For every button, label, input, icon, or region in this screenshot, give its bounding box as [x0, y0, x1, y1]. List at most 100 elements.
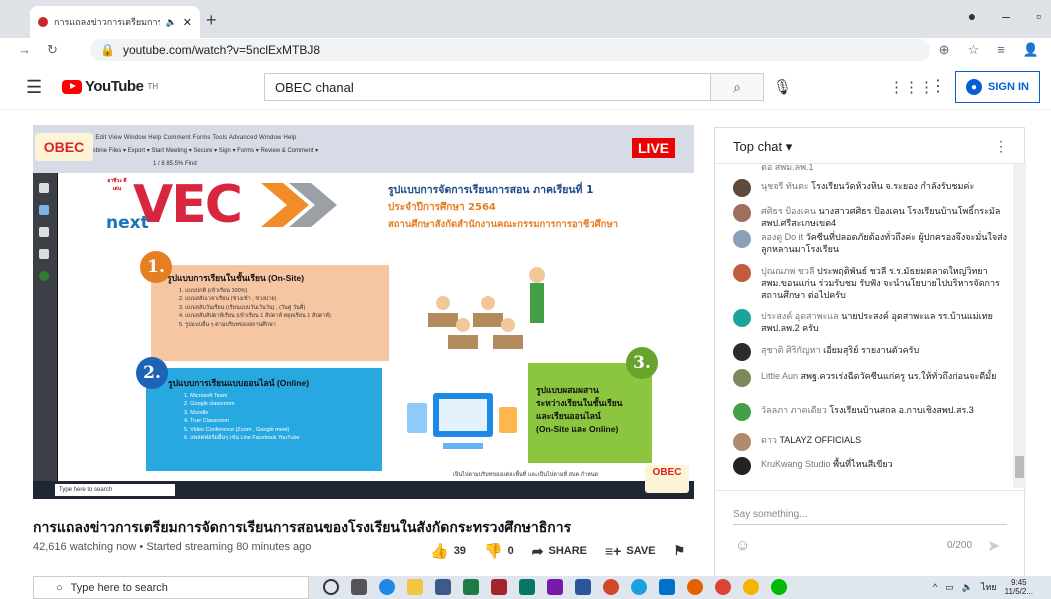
chevrons-graphic	[261, 183, 337, 227]
tab-audio-icon[interactable]: 🔈	[166, 17, 177, 28]
chat-scroll-thumb[interactable]	[1015, 456, 1024, 478]
chat-author[interactable]: ปุณณภพ ชวลี	[761, 266, 814, 276]
chat-avatar[interactable]	[733, 309, 751, 327]
menu-icon[interactable]: ☰	[26, 77, 42, 98]
chat-message-body: KruKwang Studio พื้นที่ไหนสีเขียว	[761, 458, 893, 475]
chat-author[interactable]: นุชจรี ทันตะ	[761, 181, 809, 191]
signatures-icon	[39, 227, 49, 237]
chat-message: ศศิธร ป้องเคน นางสาวศศิธร ป้องเคน โรงเรี…	[733, 204, 1009, 229]
video-player[interactable]: File Edit View Window Help Comment Forms…	[33, 125, 694, 499]
lang-indicator[interactable]: ไทย	[981, 580, 997, 594]
chat-message: วัลลภา ภาคเดียว โรงเรียนบ้านสกล อ.กาบเชิ…	[733, 403, 1009, 421]
sign-in-button[interactable]: ● SIGN IN	[955, 71, 1040, 103]
chat-avatar[interactable]	[733, 343, 751, 361]
video-actions: 👍 39 👎 0 ➦ SHARE ≡+ SAVE ⚑	[430, 542, 686, 561]
chat-messages: ต่อ สพม.ลพ.1 นุชจรี ทันตะ โรงเรียนวัดห้ว…	[715, 164, 1013, 488]
minimize-icon[interactable]: –	[1002, 8, 1010, 24]
chat-author[interactable]: KruKwang Studio	[761, 459, 831, 469]
address-bar[interactable]: 🔒 youtube.com/watch?v=5nclExMTBJ8	[90, 39, 930, 61]
maximize-icon[interactable]: ▫	[1036, 8, 1041, 24]
obec-watermark-text: OBEC	[43, 139, 85, 155]
cortana-icon[interactable]	[323, 579, 339, 595]
address-bar-icons: ⊕ ☆ ≡ 👤	[939, 42, 1039, 58]
chat-message-body: ประสงค์ อุดสาพะแล นายประสงค์ อุดสาพะแล ร…	[761, 310, 1009, 334]
chat-avatar[interactable]	[733, 230, 751, 248]
chat-avatar[interactable]	[733, 264, 751, 282]
bookmark-star-icon[interactable]: ☆	[968, 42, 980, 58]
chat-avatar[interactable]	[733, 403, 751, 421]
mic-icon[interactable]: 🎙	[773, 78, 792, 96]
search-button[interactable]: ⌕	[711, 73, 764, 101]
firefox-icon[interactable]	[687, 579, 703, 595]
powerpoint-icon[interactable]	[603, 579, 619, 595]
chat-author[interactable]: Little Aun	[761, 371, 798, 381]
network-icon[interactable]: ▭	[945, 582, 954, 593]
chat-avatar[interactable]	[733, 179, 751, 197]
report-flag-button[interactable]: ⚑	[674, 543, 686, 559]
word-icon[interactable]	[575, 579, 591, 595]
youtube-logo[interactable]: YouTube TH	[62, 78, 158, 95]
like-button[interactable]: 👍 39	[430, 542, 466, 560]
chrome-canary-icon[interactable]	[743, 579, 759, 595]
access-icon[interactable]	[491, 579, 507, 595]
ie-icon[interactable]	[631, 579, 647, 595]
line-icon[interactable]	[771, 579, 787, 595]
chat-input[interactable]: Say something...	[733, 509, 1007, 525]
chat-avatar[interactable]	[733, 457, 751, 475]
task-view-icon[interactable]	[351, 579, 367, 595]
excel-icon[interactable]	[463, 579, 479, 595]
chat-avatar[interactable]	[733, 369, 751, 387]
chat-author[interactable]: ศศิธร ป้องเคน	[761, 206, 816, 216]
chat-message: ประสงค์ อุดสาพะแล นายประสงค์ อุดสาพะแล ร…	[733, 309, 1009, 334]
chat-avatar[interactable]	[733, 204, 751, 222]
clock[interactable]: 9:45 11/5/2...	[1005, 578, 1033, 596]
dislike-button[interactable]: 👎 0	[484, 542, 514, 560]
profile-icon[interactable]: 👤	[1023, 42, 1039, 58]
chat-more-icon[interactable]: ⋮	[994, 138, 1008, 155]
send-icon[interactable]: ➤	[987, 536, 1000, 556]
volume-icon[interactable]: 🔈	[962, 582, 973, 593]
chat-message: Little Aun สพฐ.ควรเร่งฉีดวัคซีนแก่ครู นร…	[733, 369, 1009, 387]
chat-avatar[interactable]	[733, 433, 751, 451]
section-1-item: 5. รูปแบบอื่น ๆ ตามบริบทของสถานศึกษา	[179, 321, 276, 328]
chat-message-body: ดาว TALAYZ OFFICIALS	[761, 434, 861, 451]
new-tab-button[interactable]: +	[206, 10, 217, 31]
reading-list-icon[interactable]: ≡	[997, 42, 1005, 58]
publisher-icon[interactable]	[519, 579, 535, 595]
windows-search[interactable]: ○ Type here to search	[33, 576, 309, 599]
chat-message-body: วัลลภา ภาคเดียว โรงเรียนบ้านสกล อ.กาบเชิ…	[761, 404, 974, 421]
emoji-icon[interactable]: ☺	[735, 537, 750, 554]
save-button[interactable]: ≡+ SAVE	[605, 543, 656, 559]
forward-icon[interactable]: →	[18, 42, 31, 58]
search-input[interactable]: OBEC chanal	[264, 73, 711, 101]
tray-chevron-icon[interactable]: ^	[933, 582, 937, 592]
search-icon: ⌕	[733, 78, 741, 95]
chrome-icon[interactable]	[715, 579, 731, 595]
edge-icon[interactable]	[379, 579, 395, 595]
classroom-illustration	[428, 267, 545, 349]
outlook-icon[interactable]	[659, 579, 675, 595]
more-vert-icon[interactable]: ⋮	[930, 76, 946, 96]
tab-close-icon[interactable]: ✕	[183, 16, 192, 29]
top-chat-dropdown[interactable]: Top chat ▾	[733, 139, 792, 155]
install-app-icon[interactable]: ⊕	[939, 42, 950, 58]
chat-scrollbar[interactable]	[1013, 164, 1026, 488]
file-explorer-icon[interactable]	[407, 579, 423, 595]
chat-author[interactable]: ดาว	[761, 435, 777, 445]
chat-message: ปุณณภพ ชวลี ประพฤติพันธ์ ชวลี ร.ร.มัธยมต…	[733, 264, 1009, 301]
chat-author[interactable]: ลองดู Do it	[761, 232, 803, 242]
slide-heading-1: รูปแบบการจัดการเรียนการสอน ภาคเรียนที่ 1	[388, 184, 594, 196]
reload-icon[interactable]: ↻	[47, 42, 58, 58]
store-icon[interactable]	[435, 579, 451, 595]
profile-dot-icon[interactable]: ●	[968, 8, 976, 24]
apps-grid-icon[interactable]: ⋮⋮⋮	[889, 78, 934, 96]
share-button[interactable]: ➦ SHARE	[532, 543, 587, 560]
chat-author[interactable]: สุชาติ ศิริกัญหา	[761, 345, 821, 355]
onenote-icon[interactable]	[547, 579, 563, 595]
chat-author[interactable]: ประสงค์ อุดสาพะแล	[761, 311, 839, 321]
browser-tab[interactable]: การแถลงข่าวการเตรียมการจัดการ 🔈 ✕	[30, 6, 200, 38]
obec-corner-watermark: OBEC	[645, 465, 689, 493]
chat-message-body: ปุณณภพ ชวลี ประพฤติพันธ์ ชวลี ร.ร.มัธยมต…	[761, 265, 1009, 301]
chat-author[interactable]: วัลลภา ภาคเดียว	[761, 405, 827, 415]
section-1-box: รูปแบบการเรียนในชั้นเรียน (On-Site) 1. แ…	[151, 265, 389, 361]
